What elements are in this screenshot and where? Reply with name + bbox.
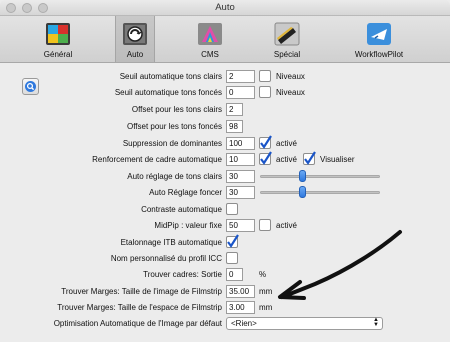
optimisation-selected-value: <Rien> xyxy=(231,319,257,328)
row-contraste: Contraste automatique xyxy=(0,203,450,217)
tab-label: Général xyxy=(43,50,73,59)
seuil-fonces-label: Seuil automatique tons foncés xyxy=(114,88,222,97)
cms-icon xyxy=(198,23,222,45)
checkmark-icon xyxy=(260,135,272,149)
row-tons-clairs: Auto réglage de tons clairs 30 xyxy=(0,170,450,184)
optimisation-select[interactable]: <Rien> ▲ ▼ xyxy=(226,317,383,330)
tons-clairs-label: Auto réglage de tons clairs xyxy=(127,172,222,181)
tab-label: CMS xyxy=(201,50,219,59)
title-bar: Auto xyxy=(0,0,450,16)
tab-label: WorkflowPilot xyxy=(354,50,404,59)
annotation-arrow xyxy=(278,230,402,300)
window-title: Auto xyxy=(215,2,235,13)
general-icon xyxy=(46,23,70,45)
preferences-window: Auto Général Auto CMS Spécial WorkflowPi… xyxy=(0,0,450,342)
marges-image-input[interactable]: 35.00 xyxy=(226,285,255,298)
marges-espace-input[interactable]: 3.00 xyxy=(226,301,255,314)
checkmark-icon xyxy=(260,151,272,165)
row-seuil-clairs: Seuil automatique tons clairs 2 Niveaux xyxy=(0,70,450,84)
cadre-label: Renforcement de cadre automatique xyxy=(92,155,222,164)
nom-icc-label: Nom personnalisé du profil ICC xyxy=(110,254,222,263)
seuil-fonces-niveaux-checkbox[interactable] xyxy=(259,86,271,98)
tab-auto[interactable]: Auto xyxy=(115,16,155,62)
auto-icon xyxy=(123,23,147,45)
tab-label: Auto xyxy=(126,50,144,59)
nom-icc-checkbox[interactable] xyxy=(226,252,238,264)
marges-image-label: Trouver Marges: Taille de l'image de Fil… xyxy=(61,287,222,296)
visualiser-label: Visualiser xyxy=(320,155,355,164)
offset-clairs-input[interactable]: 2 xyxy=(226,103,243,116)
offset-fonces-label: Offset pour les tons foncés xyxy=(126,122,222,131)
seuil-clairs-niveaux-checkbox[interactable] xyxy=(259,70,271,82)
midpip-input[interactable]: 50 xyxy=(226,219,255,232)
niveaux-label: Niveaux xyxy=(276,88,305,97)
workflowpilot-icon xyxy=(367,23,391,45)
contraste-label: Contraste automatique xyxy=(141,205,222,214)
chevron-up-down-icon: ▲ ▼ xyxy=(373,317,379,328)
seuil-clairs-label: Seuil automatique tons clairs xyxy=(119,72,222,81)
tab-label: Spécial xyxy=(273,50,301,59)
foncer-label: Auto Réglage foncer xyxy=(149,188,222,197)
row-foncer: Auto Réglage foncer 30 xyxy=(0,186,450,200)
row-cadre: Renforcement de cadre automatique 10 act… xyxy=(0,151,450,167)
tab-workflowpilot[interactable]: WorkflowPilot xyxy=(348,16,410,62)
cadre-active-checkbox[interactable] xyxy=(259,151,272,165)
dominantes-input[interactable]: 100 xyxy=(226,137,255,150)
auto-settings-panel: Seuil automatique tons clairs 2 Niveaux … xyxy=(0,64,450,342)
offset-clairs-label: Offset pour les tons clairs xyxy=(131,105,222,114)
offset-fonces-input[interactable]: 98 xyxy=(226,120,243,133)
foncer-slider-knob[interactable] xyxy=(299,186,306,198)
row-dominantes: Suppression de dominantes 100 activé xyxy=(0,135,450,151)
cadres-sortie-input[interactable]: 0 xyxy=(226,268,243,281)
etalonnage-checkbox[interactable] xyxy=(226,234,239,248)
special-icon xyxy=(274,22,300,46)
visualiser-checkbox[interactable] xyxy=(303,151,316,165)
optimisation-label: Optimisation Automatique de l'Image par … xyxy=(53,319,222,328)
preferences-toolbar: Général Auto CMS Spécial WorkflowPilot xyxy=(0,16,450,63)
contraste-checkbox[interactable] xyxy=(226,203,238,215)
cadres-sortie-label: Trouver cadres: Sortie xyxy=(143,270,222,279)
row-seuil-fonces: Seuil automatique tons foncés 0 Niveaux xyxy=(0,86,450,100)
seuil-clairs-input[interactable]: 2 xyxy=(226,70,255,83)
checkmark-icon xyxy=(304,151,316,165)
tons-clairs-slider-knob[interactable] xyxy=(299,170,306,182)
seuil-fonces-input[interactable]: 0 xyxy=(226,86,255,99)
foncer-input[interactable]: 30 xyxy=(226,186,255,199)
dominantes-active-checkbox[interactable] xyxy=(259,135,272,149)
tab-cms[interactable]: CMS xyxy=(190,16,230,62)
niveaux-label: Niveaux xyxy=(276,72,305,81)
tons-clairs-slider[interactable] xyxy=(260,175,380,178)
marges-espace-label: Trouver Marges: Taille de l'espace de Fi… xyxy=(57,303,222,312)
tab-special[interactable]: Spécial xyxy=(265,16,309,62)
foncer-slider[interactable] xyxy=(260,191,380,194)
row-offset-clairs: Offset pour les tons clairs 2 xyxy=(0,103,450,117)
row-offset-fonces: Offset pour les tons foncés 98 xyxy=(0,120,450,134)
etalonnage-label: Etalonnage ITB automatique xyxy=(120,238,222,247)
cadre-input[interactable]: 10 xyxy=(226,153,255,166)
tons-clairs-input[interactable]: 30 xyxy=(226,170,255,183)
active-label: activé xyxy=(276,155,297,164)
dominantes-label: Suppression de dominantes xyxy=(122,139,222,148)
row-optimisation: Optimisation Automatique de l'Image par … xyxy=(0,317,450,331)
midpip-label: MidPip : valeur fixe xyxy=(154,221,222,230)
checkmark-icon xyxy=(227,234,239,248)
mm-unit: mm xyxy=(259,303,273,312)
tab-general[interactable]: Général xyxy=(38,16,78,62)
active-label: activé xyxy=(276,139,297,148)
